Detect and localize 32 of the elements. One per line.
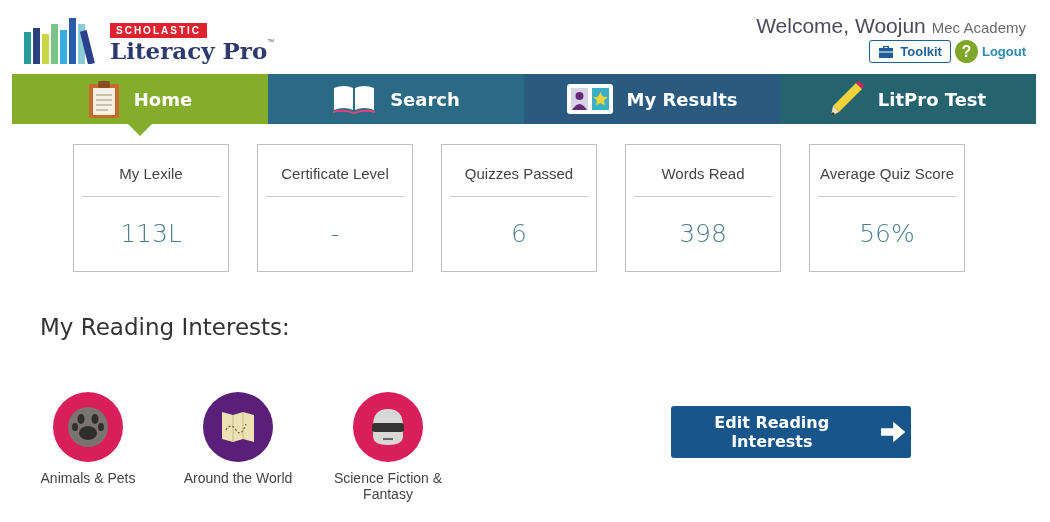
stat-label: Certificate Level bbox=[266, 145, 404, 197]
stat-label: My Lexile bbox=[82, 145, 220, 197]
briefcase-icon bbox=[878, 45, 895, 58]
nav-tab[interactable]: Search bbox=[268, 74, 524, 124]
stat-value: 113L bbox=[120, 219, 182, 248]
toolkit-button[interactable]: Toolkit bbox=[869, 40, 951, 63]
nav-tab[interactable]: My Results bbox=[524, 74, 780, 124]
stat-value: 56% bbox=[859, 219, 915, 248]
map-icon[interactable] bbox=[203, 392, 273, 462]
open-book-icon bbox=[332, 84, 377, 114]
paw-print-icon[interactable] bbox=[53, 392, 123, 462]
stat-value: - bbox=[330, 219, 340, 248]
stat-label: Average Quiz Score bbox=[818, 145, 956, 197]
arrow-right-icon bbox=[880, 421, 905, 443]
stat-value: 6 bbox=[511, 219, 527, 248]
clipboard-icon bbox=[87, 80, 120, 118]
logout-link[interactable]: Logout bbox=[981, 44, 1026, 59]
robot-helmet-icon[interactable] bbox=[353, 392, 423, 462]
brand-label: SCHOLASTIC bbox=[110, 23, 207, 38]
interest-label: Animals & Pets bbox=[40, 470, 136, 486]
stat-label: Quizzes Passed bbox=[450, 145, 588, 197]
edit-interests-button[interactable]: Edit Reading Interests bbox=[671, 406, 911, 458]
stat-label: Words Read bbox=[634, 145, 772, 197]
product-name: Literacy Pro bbox=[110, 38, 268, 64]
school-name: Mec Academy bbox=[931, 19, 1026, 36]
nav-tab[interactable]: LitPro Test bbox=[780, 74, 1036, 124]
interest-label: Around the World bbox=[183, 470, 293, 486]
interest-label: Science Fiction & Fantasy bbox=[332, 470, 444, 502]
stat-value: 398 bbox=[679, 219, 727, 248]
pencil-icon bbox=[829, 81, 864, 117]
section-heading: My Reading Interests: bbox=[40, 314, 291, 340]
welcome-text: Welcome, Woojun bbox=[756, 14, 926, 38]
